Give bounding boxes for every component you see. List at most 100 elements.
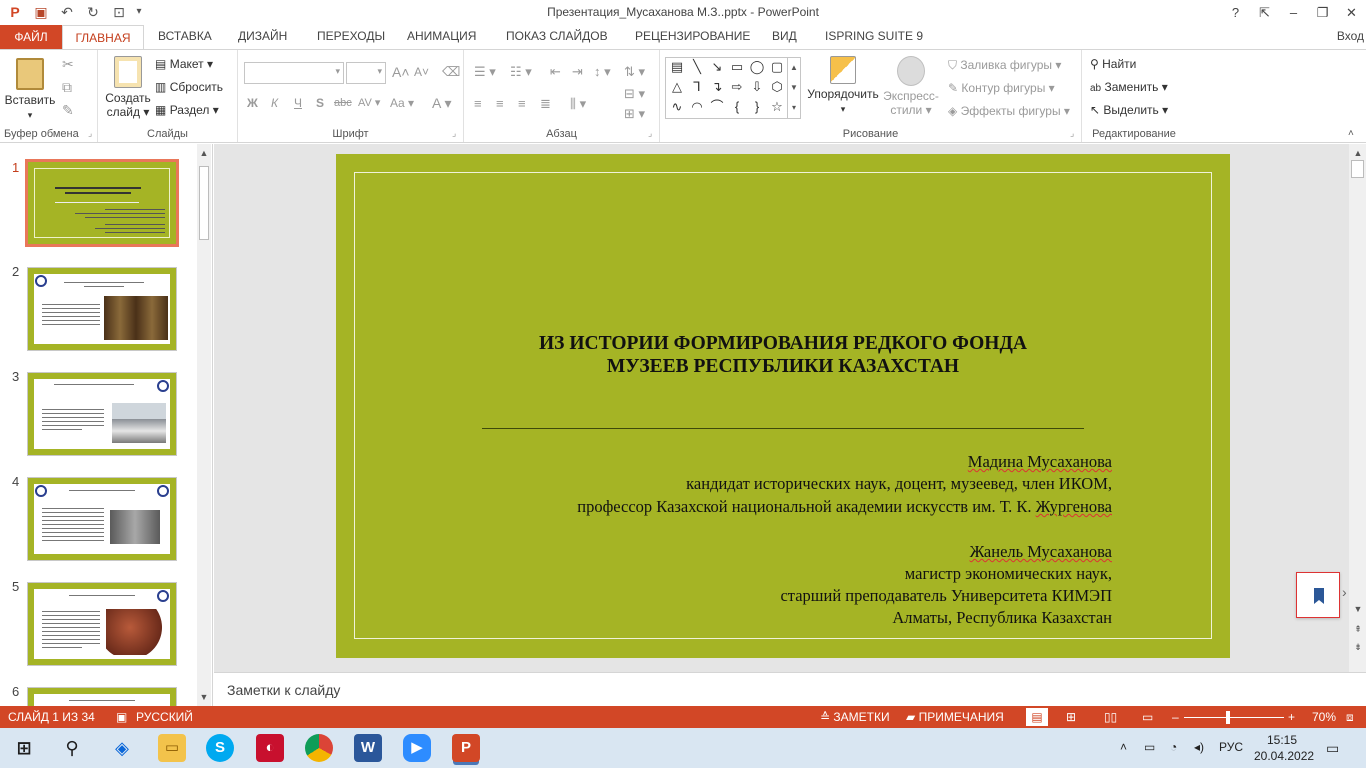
tab-slideshow[interactable]: ПОКАЗ СЛАЙДОВ: [506, 29, 608, 43]
clock[interactable]: 15:15 20.04.2022: [1254, 732, 1314, 764]
font-launcher-icon[interactable]: ⌟: [452, 128, 456, 139]
fit-slide-icon[interactable]: ⧈: [1346, 710, 1354, 725]
align-text-icon[interactable]: ⊟ ▾: [624, 86, 645, 102]
shrink-font-icon[interactable]: A˅: [414, 65, 429, 79]
thumbnails-scrollbar[interactable]: ▲ ▼: [197, 144, 211, 706]
notes-pane[interactable]: Заметки к слайду: [214, 672, 1366, 706]
clear-formatting-icon[interactable]: ⌫: [442, 64, 460, 80]
section-button[interactable]: ▦ Раздел ▾: [155, 103, 219, 117]
align-right-icon[interactable]: ≡: [518, 96, 526, 111]
quick-styles-button[interactable]: Экспресс-стили ▾: [880, 56, 942, 117]
word-icon[interactable]: W: [354, 734, 382, 762]
rectangle-shape-icon[interactable]: ▭: [728, 59, 746, 75]
bookmark-widget[interactable]: [1296, 572, 1340, 618]
slideshow-view-icon[interactable]: ▭: [1142, 710, 1153, 724]
clipboard-launcher-icon[interactable]: ⌟: [88, 128, 92, 139]
notifications-icon[interactable]: ▭: [1326, 740, 1339, 757]
zoom-app-icon[interactable]: ▶: [403, 734, 431, 762]
tab-home[interactable]: ГЛАВНАЯ: [62, 25, 144, 50]
scroll-down-icon[interactable]: ▼: [197, 690, 211, 704]
scroll-up-icon[interactable]: ▲: [1351, 146, 1365, 160]
justify-icon[interactable]: ≣: [540, 96, 551, 112]
editor-scrollbar[interactable]: ▲ ▼ ⇞ ⇟: [1349, 144, 1366, 672]
minimize-button[interactable]: –: [1279, 0, 1308, 25]
tab-review[interactable]: РЕЦЕНЗИРОВАНИЕ: [635, 29, 750, 43]
maximize-button[interactable]: ❐: [1308, 0, 1337, 25]
shapes-gallery[interactable]: ▤ ╲ ↘ ▭ ◯ ▢ △ ⅂ ↴ ⇨ ⇩ ⬡ ∿ ◠ ⌒ { } ☆ ▲ ▼ ▾: [665, 57, 801, 119]
network-icon[interactable]: ◔: [1170, 740, 1177, 754]
change-case-button[interactable]: Aa ▾: [390, 96, 414, 110]
scroll-down-icon[interactable]: ▼: [1351, 602, 1365, 616]
reset-button[interactable]: ▥ Сбросить: [155, 80, 223, 94]
font-name-combo[interactable]: ▾: [244, 62, 344, 84]
underline-button[interactable]: Ч: [294, 96, 302, 110]
slide-thumbnail-5[interactable]: [27, 582, 177, 666]
volume-icon[interactable]: ◂): [1194, 740, 1204, 754]
rounded-rect-shape-icon[interactable]: ▢: [768, 59, 786, 75]
tab-file[interactable]: ФАЙЛ: [0, 25, 62, 49]
reading-view-icon[interactable]: ▯▯: [1104, 710, 1117, 724]
tab-ispring[interactable]: ISPRING SUITE 9: [825, 29, 923, 43]
shadow-button[interactable]: S: [316, 96, 324, 110]
zoom-slider-knob[interactable]: [1226, 711, 1230, 724]
cut-icon[interactable]: ✂: [62, 56, 74, 73]
increase-indent-icon[interactable]: ⇥: [572, 64, 583, 80]
battery-icon[interactable]: ▭: [1144, 740, 1155, 754]
bold-button[interactable]: Ж: [247, 96, 258, 110]
slide-thumbnail-4[interactable]: [27, 477, 177, 561]
chrome-icon[interactable]: [305, 734, 333, 762]
shapes-more-icon[interactable]: ▲ ▼ ▾: [787, 58, 800, 118]
notes-toggle[interactable]: ≙ ЗАМЕТКИ: [820, 710, 890, 724]
current-slide[interactable]: ИЗ ИСТОРИИ ФОРМИРОВАНИЯ РЕДКОГО ФОНДА МУ…: [336, 154, 1230, 658]
slide-title[interactable]: ИЗ ИСТОРИИ ФОРМИРОВАНИЯ РЕДКОГО ФОНДА МУ…: [336, 332, 1230, 378]
font-color-button[interactable]: A ▾: [432, 95, 452, 112]
slide-thumbnail-1[interactable]: [25, 159, 179, 247]
shape-effects-button[interactable]: ◈ Эффекты фигуры ▾: [948, 104, 1070, 118]
file-explorer-icon[interactable]: ▭: [158, 734, 186, 762]
shape-outline-button[interactable]: ✎ Контур фигуры ▾: [948, 81, 1055, 95]
find-button[interactable]: ⚲ Найти: [1090, 57, 1136, 71]
font-size-combo[interactable]: ▾: [346, 62, 386, 84]
elbow-connector-icon[interactable]: ⅂: [688, 79, 706, 95]
curve-shape-icon[interactable]: ∿: [668, 99, 686, 115]
app-icon[interactable]: ◐: [256, 734, 284, 762]
input-language[interactable]: РУС: [1219, 740, 1243, 754]
paste-button[interactable]: Вставить ▾: [4, 58, 56, 122]
scrollbar-thumb[interactable]: [199, 166, 209, 240]
line-shape-icon[interactable]: ╲: [688, 59, 706, 75]
slide-thumbnail-6[interactable]: [27, 687, 177, 706]
slide-thumbnail-2[interactable]: [27, 267, 177, 351]
normal-view-icon[interactable]: ▤: [1026, 708, 1048, 726]
align-center-icon[interactable]: ≡: [496, 96, 504, 111]
decrease-indent-icon[interactable]: ⇤: [550, 64, 561, 80]
powerpoint-icon[interactable]: P: [452, 734, 480, 762]
textbox-shape-icon[interactable]: ▤: [668, 59, 686, 75]
copy-icon[interactable]: ⧉: [62, 79, 72, 96]
scroll-up-icon[interactable]: ▲: [197, 146, 211, 160]
bullets-icon[interactable]: ☰ ▾: [474, 64, 496, 80]
ribbon-display-icon[interactable]: ⇱: [1250, 0, 1279, 25]
arc-shape-icon[interactable]: ◠: [688, 99, 706, 115]
arrow-line-shape-icon[interactable]: ↘: [708, 59, 726, 75]
close-button[interactable]: ✕: [1337, 0, 1366, 25]
shape-fill-button[interactable]: ⛉ Заливка фигуры ▾: [948, 58, 1061, 73]
text-direction-icon[interactable]: ⇅ ▾: [624, 64, 645, 80]
scrollbar-thumb[interactable]: [1351, 160, 1364, 178]
italic-button[interactable]: К: [271, 96, 278, 110]
tray-expand-icon[interactable]: ˄: [1120, 740, 1127, 754]
strikethrough-button[interactable]: abc: [334, 97, 352, 109]
char-spacing-button[interactable]: AV ▾: [358, 96, 380, 109]
skype-icon[interactable]: S: [206, 734, 234, 762]
numbering-icon[interactable]: ☷ ▾: [510, 64, 532, 80]
comments-toggle[interactable]: ▰ ПРИМЕЧАНИЯ: [906, 710, 1004, 724]
chevron-right-icon[interactable]: ›: [1342, 584, 1347, 600]
help-button[interactable]: ?: [1221, 0, 1250, 25]
left-brace-shape-icon[interactable]: {: [728, 99, 746, 115]
windows-start-icon[interactable]: ⊞: [10, 734, 38, 762]
spellcheck-icon[interactable]: ▣: [116, 710, 127, 724]
star-shape-icon[interactable]: ☆: [768, 99, 786, 115]
layout-button[interactable]: ▤ Макет ▾: [155, 57, 213, 71]
freeform-shape-icon[interactable]: ⌒: [708, 99, 726, 115]
collapse-ribbon-icon[interactable]: ˄: [1348, 128, 1354, 139]
slide-sorter-icon[interactable]: ⊞: [1066, 710, 1076, 724]
